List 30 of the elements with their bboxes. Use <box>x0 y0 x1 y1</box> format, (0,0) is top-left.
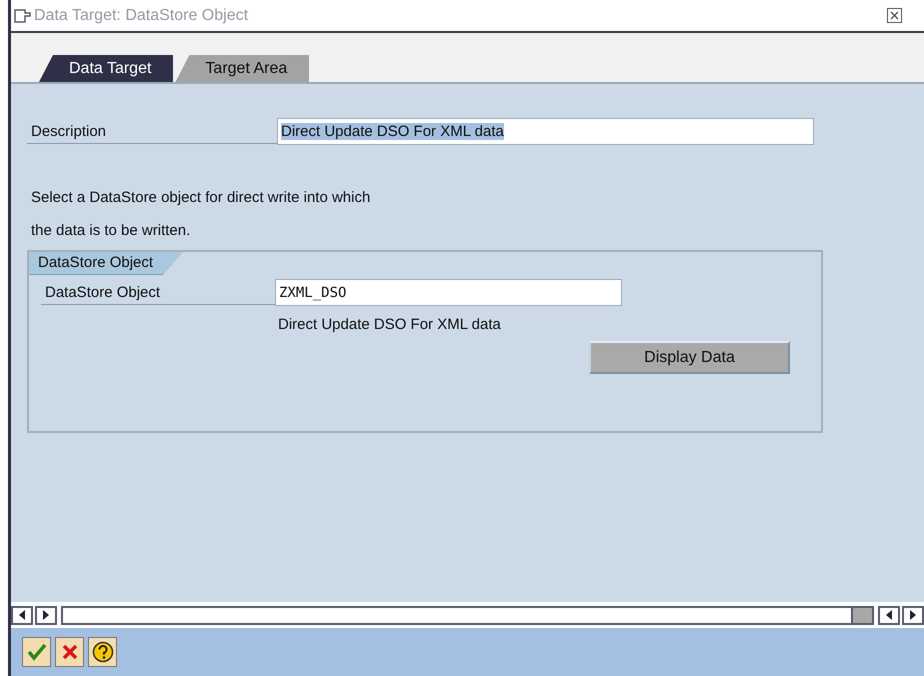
instruction-text: Select a DataStore object for direct write into which <box>30 188 372 208</box>
display-data-button[interactable]: Display Data <box>589 341 790 374</box>
checkmark-icon <box>26 643 46 661</box>
datastore-description: Direct Update DSO For XML data <box>278 316 502 333</box>
help-icon <box>92 641 114 663</box>
close-icon <box>62 644 78 660</box>
description-label: Description <box>27 119 277 144</box>
group-title: DataStore Object <box>29 252 184 275</box>
right-arrow-icon <box>43 610 49 620</box>
datastore-field[interactable]: ZXML_DSO <box>275 279 622 306</box>
tab[interactable]: Target Area <box>175 55 310 82</box>
right-arrow-icon <box>910 610 916 620</box>
scroll-right-button[interactable] <box>902 606 924 624</box>
window-title: Data Target: DataStore Object <box>34 6 250 24</box>
cancel-button[interactable] <box>55 637 84 667</box>
close-button[interactable] <box>887 8 902 23</box>
scroll-left-button[interactable] <box>11 606 33 624</box>
left-arrow-icon <box>19 610 25 620</box>
close-icon <box>890 11 899 20</box>
window-icon <box>13 8 31 24</box>
tab[interactable]: Data Target <box>39 55 174 82</box>
left-arrow-icon <box>886 610 892 620</box>
instruction-text: the data is to be written. <box>30 221 192 241</box>
help-button[interactable] <box>88 637 117 667</box>
description-field[interactable]: Direct Update DSO For XML data <box>277 118 814 145</box>
datastore-label: DataStore Object <box>41 280 275 305</box>
scroll-left-button[interactable] <box>878 606 900 624</box>
confirm-button[interactable] <box>22 637 51 667</box>
scroll-right-button[interactable] <box>35 606 57 624</box>
scroll-thumb[interactable] <box>851 606 874 624</box>
